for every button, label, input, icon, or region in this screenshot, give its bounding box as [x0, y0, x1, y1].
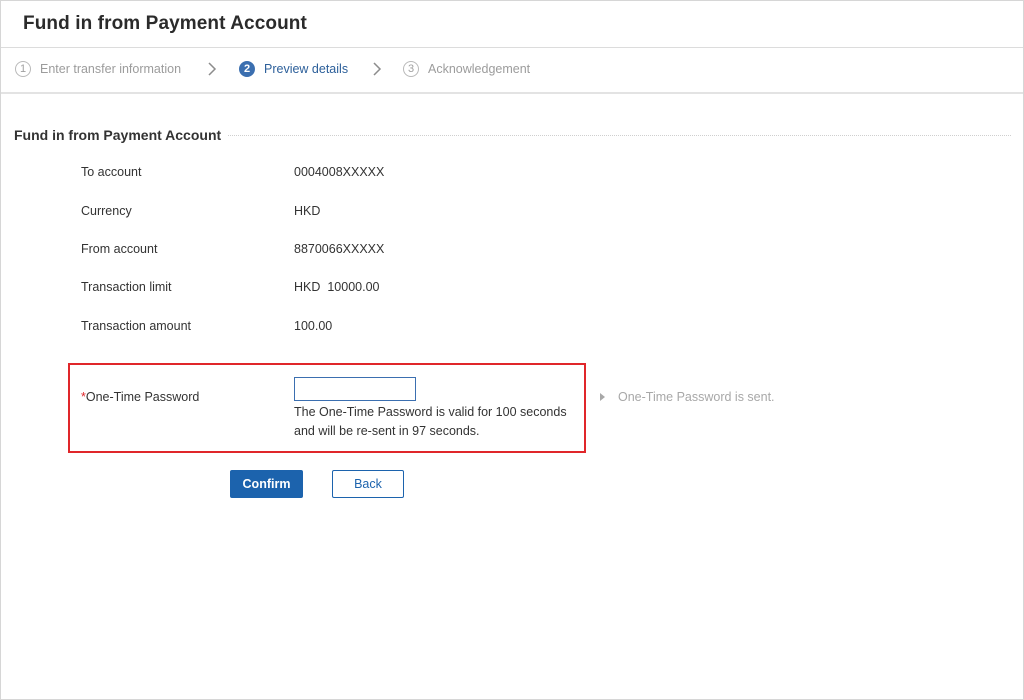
page-frame [0, 0, 1024, 700]
step-preview-details: 2 Preview details [239, 59, 348, 79]
step-number-3: 3 [403, 61, 419, 77]
otp-status-text: One-Time Password is sent. [618, 390, 775, 404]
otp-validity-note: The One-Time Password is valid for 100 s… [294, 403, 579, 441]
step-enter-transfer-information: 1 Enter transfer information [15, 59, 181, 79]
otp-note-line-1: The One-Time Password is valid for 100 s… [294, 405, 567, 419]
step-acknowledgement: 3 Acknowledgement [403, 59, 530, 79]
section-title: Fund in from Payment Account [14, 127, 228, 143]
to-account-value: 0004008XXXXX [294, 165, 385, 179]
triangle-right-icon [600, 393, 605, 401]
otp-note-line-2: and will be re-sent in 97 seconds. [294, 424, 480, 438]
currency-label: Currency [81, 204, 132, 218]
transaction-limit-label: Transaction limit [81, 280, 172, 294]
chevron-right-icon [373, 62, 382, 76]
transaction-amount-value: 100.00 [294, 319, 333, 333]
back-button[interactable]: Back [332, 470, 404, 498]
transaction-amount-label: Transaction amount [81, 319, 192, 333]
to-account-label: To account [81, 165, 142, 179]
page-header: Fund in from Payment Account [1, 1, 1023, 48]
from-account-value: 8870066XXXXX [294, 242, 385, 256]
page-title: Fund in from Payment Account [23, 13, 307, 34]
transaction-limit-value: HKD 10000.00 [294, 280, 380, 294]
otp-label: *One-Time Password [81, 390, 199, 404]
progress-stepper: 1 Enter transfer information 2 Preview d… [1, 48, 1023, 94]
chevron-right-icon [208, 62, 217, 76]
step-number-2: 2 [239, 61, 255, 77]
otp-status: One-Time Password is sent. [600, 390, 775, 404]
otp-input[interactable] [294, 377, 416, 401]
otp-label-text: One-Time Password [85, 390, 200, 404]
step-label: Preview details [264, 62, 349, 76]
step-number-1: 1 [15, 61, 31, 77]
step-label: Enter transfer information [40, 62, 182, 76]
confirm-button[interactable]: Confirm [230, 470, 303, 498]
from-account-label: From account [81, 242, 158, 256]
currency-value: HKD [294, 204, 321, 218]
step-label: Acknowledgement [428, 62, 531, 76]
